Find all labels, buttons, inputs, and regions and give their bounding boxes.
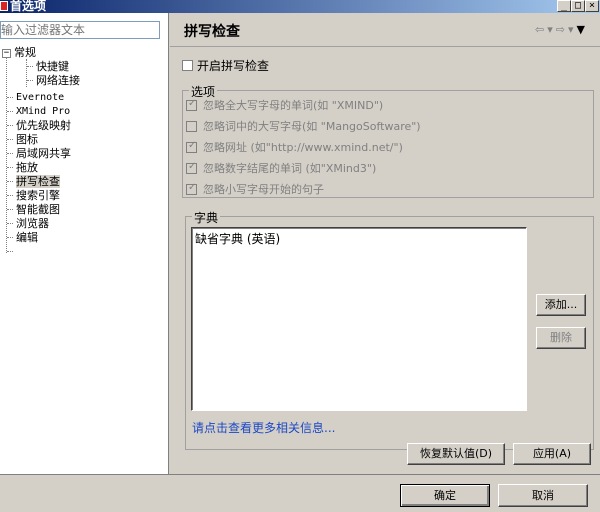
tree-connector bbox=[7, 209, 13, 210]
back-dropdown-icon[interactable]: ▾ bbox=[547, 23, 556, 36]
tree-item-spell-check[interactable]: 拼写检查 bbox=[16, 175, 60, 188]
app-icon bbox=[0, 1, 8, 11]
minimize-button[interactable]: _ bbox=[557, 0, 571, 12]
ignore-all-caps-label: 忽略全大写字母的单词(如 "XMIND") bbox=[203, 99, 384, 112]
filter-input[interactable] bbox=[0, 21, 160, 39]
ignore-urls-label: 忽略网址 (如"http://www.xmind.net/") bbox=[203, 141, 403, 154]
option-ignore-mixed-case[interactable]: 忽略词中的大写字母(如 "MangoSoftware") bbox=[186, 118, 421, 134]
add-dictionary-button[interactable]: 添加... bbox=[536, 294, 586, 316]
view-menu-icon[interactable]: ▼ bbox=[577, 23, 588, 36]
tree-connector bbox=[7, 139, 13, 140]
ignore-mixed-case-label: 忽略词中的大写字母(如 "MangoSoftware") bbox=[203, 120, 421, 133]
back-arrow-icon[interactable]: ⇦ bbox=[535, 23, 547, 36]
collapse-icon[interactable]: − bbox=[2, 49, 11, 58]
tree-item-general[interactable]: 常规 bbox=[14, 46, 36, 59]
dictionary-legend: 字典 bbox=[192, 209, 221, 226]
ignore-lowercase-start-label: 忽略小写字母开始的句子 bbox=[203, 183, 324, 196]
ignore-all-caps-checkbox[interactable] bbox=[186, 98, 197, 111]
footer-divider bbox=[0, 474, 600, 475]
maximize-button[interactable]: □ bbox=[571, 0, 585, 12]
tree-item-evernote[interactable]: Evernote bbox=[16, 91, 64, 104]
remove-dictionary-button[interactable]: 删除 bbox=[536, 327, 586, 349]
ignore-trailing-digits-label: 忽略数字结尾的单词 (如"XMind3") bbox=[203, 162, 377, 175]
tree-connector bbox=[7, 251, 13, 252]
ignore-trailing-digits-checkbox[interactable] bbox=[186, 161, 197, 174]
tree-item-lan-share[interactable]: 局域网共享 bbox=[16, 147, 71, 160]
tree-connector bbox=[7, 125, 13, 126]
tree-item-xmind-pro[interactable]: XMind Pro bbox=[16, 105, 70, 118]
tree-connector bbox=[7, 153, 13, 154]
close-button[interactable]: × bbox=[585, 0, 599, 12]
dictionary-list[interactable]: 缺省字典 (英语) bbox=[191, 227, 527, 411]
ok-button[interactable]: 确定 bbox=[400, 484, 490, 507]
ignore-urls-checkbox[interactable] bbox=[186, 140, 197, 153]
nav-arrows: ⇦▾⇨▾▼ bbox=[535, 23, 588, 36]
tree-item-smart-capture[interactable]: 智能截图 bbox=[16, 203, 60, 216]
cancel-button[interactable]: 取消 bbox=[498, 484, 588, 507]
tree-connector bbox=[7, 97, 13, 98]
options-group: 选项 忽略全大写字母的单词(如 "XMIND") 忽略词中的大写字母(如 "Ma… bbox=[182, 83, 594, 198]
dictionary-group: 字典 缺省字典 (英语) 添加... 删除 请点击查看更多相关信息... bbox=[185, 209, 594, 450]
tree-item-edit[interactable]: 编辑 bbox=[16, 231, 38, 244]
preferences-tree-pane: − 常规 快捷键 网络连接 Evernote XMind Pro 优先级映射 图… bbox=[0, 13, 169, 474]
tree-connector bbox=[7, 223, 13, 224]
restore-defaults-button[interactable]: 恢复默认值(D) bbox=[407, 443, 505, 465]
enable-spell-check-label: 开启拼写检查 bbox=[197, 59, 270, 73]
tree-item-network[interactable]: 网络连接 bbox=[36, 74, 80, 87]
tree-item-browser[interactable]: 浏览器 bbox=[16, 217, 49, 230]
option-ignore-urls[interactable]: 忽略网址 (如"http://www.xmind.net/") bbox=[186, 139, 403, 155]
option-ignore-lowercase-start[interactable]: 忽略小写字母开始的句子 bbox=[186, 181, 324, 197]
option-ignore-all-caps[interactable]: 忽略全大写字母的单词(如 "XMIND") bbox=[186, 97, 383, 113]
tree-connector bbox=[26, 59, 27, 87]
enable-spell-check-checkbox[interactable] bbox=[182, 60, 193, 71]
list-item[interactable]: 缺省字典 (英语) bbox=[195, 230, 280, 247]
tree-connector bbox=[7, 167, 13, 168]
ignore-mixed-case-checkbox[interactable] bbox=[186, 120, 197, 132]
page-title: 拼写检查 bbox=[184, 24, 240, 40]
tree-connector bbox=[27, 66, 33, 67]
enable-spell-check-row[interactable]: 开启拼写检查 bbox=[182, 57, 269, 74]
tree-connector bbox=[7, 237, 13, 238]
tree-item-icons[interactable]: 图标 bbox=[16, 133, 38, 146]
tree-connector bbox=[7, 111, 13, 112]
more-info-link[interactable]: 请点击查看更多相关信息... bbox=[192, 419, 335, 436]
window-title: 首选项 bbox=[10, 0, 47, 13]
title-bar: 首选项 _ □ × bbox=[0, 0, 600, 13]
tree-connector bbox=[27, 80, 33, 81]
tree-item-shortcuts[interactable]: 快捷键 bbox=[36, 60, 69, 73]
forward-arrow-icon[interactable]: ⇨ bbox=[556, 23, 568, 36]
forward-dropdown-icon[interactable]: ▾ bbox=[568, 23, 577, 36]
tree-connector bbox=[7, 181, 13, 182]
tree-connector bbox=[7, 195, 13, 196]
spell-check-page: 拼写检查 ⇦▾⇨▾▼ 开启拼写检查 选项 忽略全大写字母的单词(如 "XMIND… bbox=[170, 13, 600, 474]
tree-item-drag-drop[interactable]: 拖放 bbox=[16, 161, 38, 174]
ignore-lowercase-start-checkbox[interactable] bbox=[186, 182, 197, 195]
tree-item-search-engine[interactable]: 搜索引擎 bbox=[16, 189, 60, 202]
page-header: 拼写检查 ⇦▾⇨▾▼ bbox=[170, 13, 600, 47]
tree-item-priority-map[interactable]: 优先级映射 bbox=[16, 119, 71, 132]
option-ignore-trailing-digits[interactable]: 忽略数字结尾的单词 (如"XMind3") bbox=[186, 160, 376, 176]
apply-button[interactable]: 应用(A) bbox=[513, 443, 591, 465]
